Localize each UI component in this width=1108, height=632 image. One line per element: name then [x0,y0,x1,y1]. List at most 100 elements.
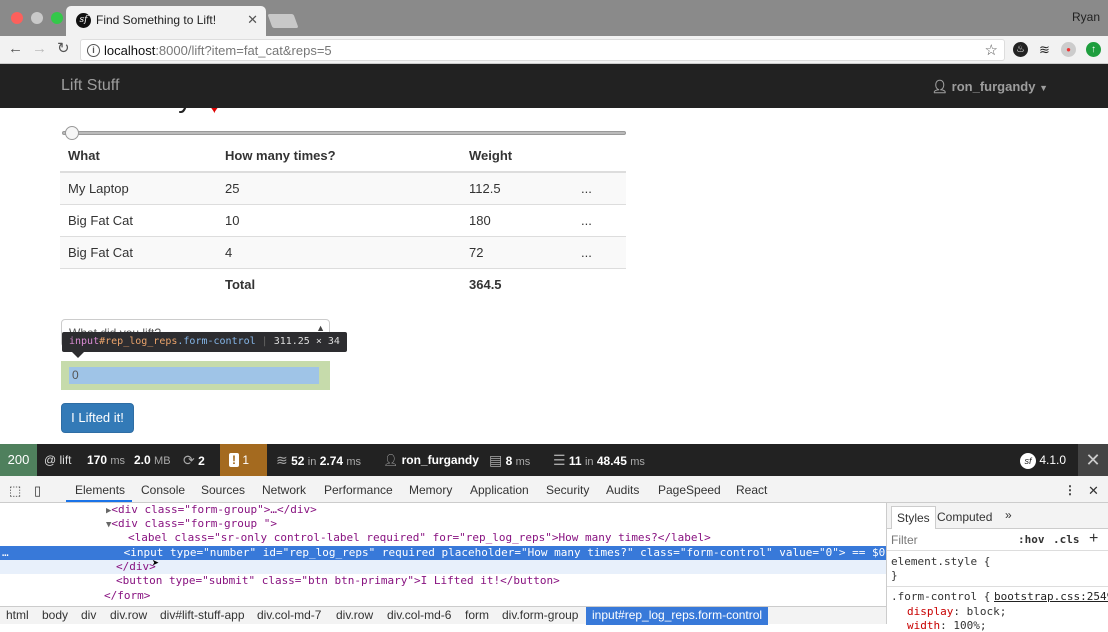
logs-panel[interactable]: ! 1 [220,444,267,476]
maximize-window-button[interactable] [51,12,63,24]
breadcrumb-item[interactable]: div#lift-stuff-app [160,608,245,622]
dom-node-selected[interactable]: … <input type="number" id="rep_log_reps" … [0,546,886,560]
devtools-menu-icon[interactable]: ⋮ [1064,483,1076,497]
tab-react[interactable]: React [736,483,767,497]
forward-icon[interactable]: → [32,41,47,57]
dom-node[interactable]: <button type="submit" class="btn btn-pri… [0,574,886,588]
url-text[interactable]: localhost:8000/lift?item=fat_cat&reps=5 [104,43,332,58]
cls-toggle[interactable]: .cls [1053,533,1080,546]
devtools-close-icon[interactable]: ✕ [1088,483,1099,499]
breadcrumb-item[interactable]: form [465,608,489,622]
tab-computed[interactable]: Computed [937,510,992,524]
red-dot-extension-icon[interactable]: ● [1061,42,1076,57]
forms-count: 2 [198,454,205,468]
add-rule-icon[interactable]: + [1089,530,1098,548]
logs-count: 1 [242,453,250,467]
styles-filter-input[interactable]: Filter [891,533,918,547]
dom-node[interactable]: ▶<div class="form-group">…</div> [0,503,886,517]
row-actions-link[interactable]: ... [573,203,626,236]
forms-icon: ⟳ [183,452,195,468]
breadcrumb-item[interactable]: div.row [110,608,147,622]
brand-link[interactable]: Lift Stuff [61,77,119,95]
breadcrumb-item[interactable]: div.col-md-6 [387,608,451,622]
tab-sources[interactable]: Sources [201,483,245,497]
tab-styles[interactable]: Styles [891,506,936,529]
tooltip-class: .form-control [177,336,256,347]
expand-arrow-icon[interactable]: ▶ [0,506,111,516]
devtools-tabbar: ⬚ ▯ Elements Console Sources Network Per… [0,476,1108,503]
hide-toolbar-icon[interactable]: ✕ [1078,444,1108,476]
history-slider[interactable] [62,126,626,140]
browser-profile-name[interactable]: Ryan [1072,10,1100,24]
dom-node-text: <div class="form-group "> [111,517,277,530]
bookmark-star-icon[interactable]: ☆ [985,41,998,59]
green-arrow-extension-icon[interactable]: ↑ [1086,42,1101,57]
tab-performance[interactable]: Performance [324,483,393,497]
tab-network[interactable]: Network [262,483,306,497]
breadcrumb-item[interactable]: body [42,608,68,622]
rule-source-link[interactable]: bootstrap.css:2549 [994,590,1108,603]
twig-panel[interactable]: ▤ 8 ms [489,444,530,476]
tab-pagespeed[interactable]: PageSpeed [658,483,721,497]
tab-close-icon[interactable]: ✕ [247,12,258,28]
hov-toggle[interactable]: :hov [1018,533,1045,546]
layers-extension-icon[interactable]: ≋ [1037,42,1052,57]
new-tab-button[interactable] [267,14,299,28]
breadcrumb-item[interactable]: div.form-group [502,608,578,622]
database-panel[interactable]: ☰ 11 in 48.45 ms [553,444,645,476]
lifted-it-button[interactable]: I Lifted it! [61,403,134,433]
row-actions-link[interactable]: ... [573,235,626,268]
site-info-icon[interactable]: i [87,44,100,57]
security-panel[interactable]: 👤︎ ron_furgandy [383,444,479,476]
breadcrumb-item-active[interactable]: input#rep_log_reps.form-control [586,607,769,625]
form-control-rule-selector[interactable]: .form-control { [891,590,990,603]
back-icon[interactable]: ← [8,41,23,57]
dom-node[interactable]: ▼<div class="form-group "> [0,517,886,531]
tab-audits[interactable]: Audits [606,483,639,497]
device-toolbar-icon[interactable]: ▯ [34,483,41,499]
tab-security[interactable]: Security [546,483,589,497]
dom-node[interactable]: </form> [0,589,886,603]
inspect-element-icon[interactable]: ⬚ [9,483,21,499]
style-property[interactable]: display: block; [907,605,1006,618]
reps-input-highlight: 0 [69,367,319,384]
cache-unit: ms [346,456,362,468]
tooltip-tag: input [69,336,100,347]
reps-input[interactable]: 0 [61,361,330,390]
tab-application[interactable]: Application [470,483,529,497]
row-actions-link[interactable]: ... [573,171,626,204]
fire-extension-icon[interactable]: ♨ [1013,42,1028,57]
tab-memory[interactable]: Memory [409,483,452,497]
table-row: My Laptop 25 112.5 ... [60,171,626,204]
browser-tab-active[interactable]: sf Find Something to Lift! ✕ [66,6,266,36]
route-name[interactable]: @ lift [44,444,72,476]
user-dropdown-label: ron_furgandy [951,79,1036,94]
breadcrumb-item[interactable]: div.row [336,608,373,622]
breadcrumb-item[interactable]: div.col-md-7 [257,608,321,622]
style-property[interactable]: width: 100%; [907,619,987,632]
user-dropdown[interactable]: 👤︎ ron_furgandy ▼ [932,79,1048,95]
dom-node[interactable]: </div> [0,560,886,574]
breadcrumb-item[interactable]: html [6,608,29,622]
more-tabs-icon[interactable]: » [1005,508,1012,522]
memory-usage[interactable]: 2.0 MB [134,444,171,476]
symfony-version[interactable]: sf 4.1.0 [1020,444,1066,476]
more-actions-icon[interactable]: … [0,546,124,559]
close-window-button[interactable] [11,12,23,24]
minimize-window-button[interactable] [31,12,43,24]
element-style-rule[interactable]: element.style { [891,555,990,568]
request-time[interactable]: 170 ms [87,444,125,476]
reload-icon[interactable]: ↻ [57,41,70,57]
table-header-row: What How many times? Weight [60,140,626,173]
status-code-badge[interactable]: 200 [0,444,37,476]
dom-node[interactable]: <label class="sr-only control-label requ… [0,531,886,545]
cache-panel[interactable]: ≋ 52 in 2.74 ms [276,444,361,476]
slider-thumb[interactable] [65,126,79,140]
forms-panel[interactable]: ⟳ 2 [183,444,205,476]
twig-time: 8 [505,454,513,468]
tab-elements[interactable]: Elements [75,483,125,497]
tab-console[interactable]: Console [141,483,185,497]
collapse-arrow-icon[interactable]: ▼ [0,520,111,530]
address-bar[interactable]: i localhost:8000/lift?item=fat_cat&reps=… [80,39,1005,61]
breadcrumb-item[interactable]: div [81,608,96,622]
